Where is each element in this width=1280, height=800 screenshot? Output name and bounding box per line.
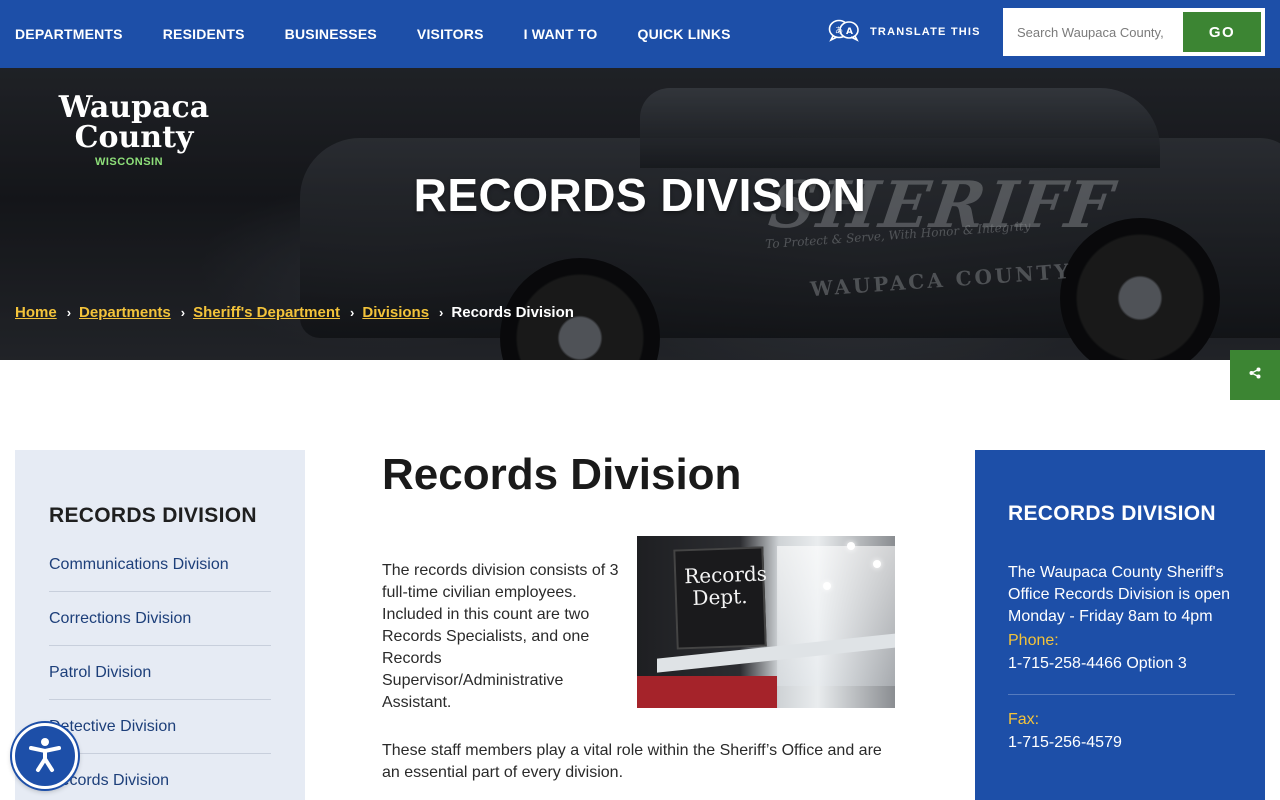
fax-number: 1-715-256-4579 — [1008, 734, 1122, 751]
top-nav-bar: DEPARTMENTS RESIDENTS BUSINESSES VISITOR… — [0, 0, 1280, 68]
phone-number[interactable]: 1-715-258-4466 Option 3 — [1008, 652, 1235, 676]
share-icon — [1249, 366, 1261, 384]
contact-info-box: RECORDS DIVISION The Waupaca County Sher… — [975, 450, 1265, 800]
breadcrumb-home[interactable]: Home — [15, 304, 57, 321]
search-go-button[interactable]: GO — [1183, 12, 1261, 52]
sidebar-item-communications[interactable]: Communications Division — [49, 548, 271, 592]
svg-text:A: A — [846, 27, 853, 37]
infobox-title: RECORDS DIVISION — [1008, 502, 1216, 525]
sidebar-title: RECORDS DIVISION — [49, 504, 257, 527]
translate-label: TRANSLATE THIS — [870, 26, 981, 38]
sidebar-item-corrections[interactable]: Corrections Division — [49, 592, 271, 646]
breadcrumb: Home › Departments › Sheriff's Departmen… — [15, 304, 574, 321]
chevron-right-icon: › — [180, 305, 186, 320]
accessibility-button[interactable] — [12, 723, 78, 789]
nav-i-want-to[interactable]: I WANT TO — [524, 26, 598, 42]
fax-label: Fax: — [1008, 711, 1040, 728]
translate-button[interactable]: あ A TRANSLATE THIS — [828, 18, 981, 47]
search-form: GO — [1003, 8, 1265, 56]
chevron-right-icon: › — [350, 305, 355, 320]
chevron-right-icon: › — [66, 305, 72, 320]
site-logo[interactable]: Waupaca County WISCONSIN — [54, 90, 214, 169]
breadcrumb-departments[interactable]: Departments — [79, 304, 171, 321]
chevron-right-icon: › — [439, 305, 444, 320]
accessibility-icon — [25, 734, 65, 779]
main-content: Records Division The records division co… — [382, 450, 902, 784]
breadcrumb-sheriffs-department[interactable]: Sheriff's Department — [193, 304, 340, 321]
photo-red-wall — [637, 676, 777, 708]
records-dept-photo: Records Dept. — [637, 536, 895, 708]
nav-visitors[interactable]: VISITORS — [417, 26, 484, 42]
phone-label: Phone: — [1008, 632, 1059, 649]
photo-ceiling-light — [823, 582, 831, 590]
search-input[interactable] — [1005, 10, 1183, 54]
hero-banner: SHERIFF To Protect & Serve, With Honor &… — [0, 68, 1280, 360]
translate-icon: あ A — [828, 18, 860, 47]
logo-state: WISCONSIN — [94, 156, 164, 168]
nav-quick-links[interactable]: QUICK LINKS — [638, 26, 731, 42]
share-button[interactable] — [1230, 350, 1280, 400]
sidebar-item-patrol[interactable]: Patrol Division — [49, 646, 271, 700]
infobox-divider — [1008, 694, 1235, 695]
staff-paragraph: These staff members play a vital role wi… — [382, 742, 882, 781]
photo-ceiling-light — [873, 560, 881, 568]
logo-waupaca: Waupaca — [58, 90, 210, 125]
page-title: Records Division — [382, 450, 742, 499]
nav-residents[interactable]: RESIDENTS — [163, 26, 245, 42]
breadcrumb-divisions[interactable]: Divisions — [362, 304, 429, 321]
nav-departments[interactable]: DEPARTMENTS — [15, 26, 123, 42]
office-hours: The Waupaca County Sheriff's Office Reco… — [1008, 564, 1231, 625]
sidebar-item-records[interactable]: Records Division — [49, 754, 271, 800]
intro-row: The records division consists of 3 full-… — [382, 536, 902, 712]
nav-businesses[interactable]: BUSINESSES — [285, 26, 377, 42]
sidebar-item-detective[interactable]: Detective Division — [49, 700, 271, 754]
photo-ceiling-light — [847, 542, 855, 550]
hero-title: RECORDS DIVISION — [413, 169, 867, 221]
logo-county: County — [74, 120, 194, 155]
svg-text:あ: あ — [835, 26, 843, 35]
photo-records-sign: Records Dept. — [673, 546, 767, 650]
breadcrumb-current: Records Division — [451, 304, 574, 321]
intro-paragraph: The records division consists of 3 full-… — [382, 562, 619, 711]
main-nav: DEPARTMENTS RESIDENTS BUSINESSES VISITOR… — [15, 0, 731, 68]
